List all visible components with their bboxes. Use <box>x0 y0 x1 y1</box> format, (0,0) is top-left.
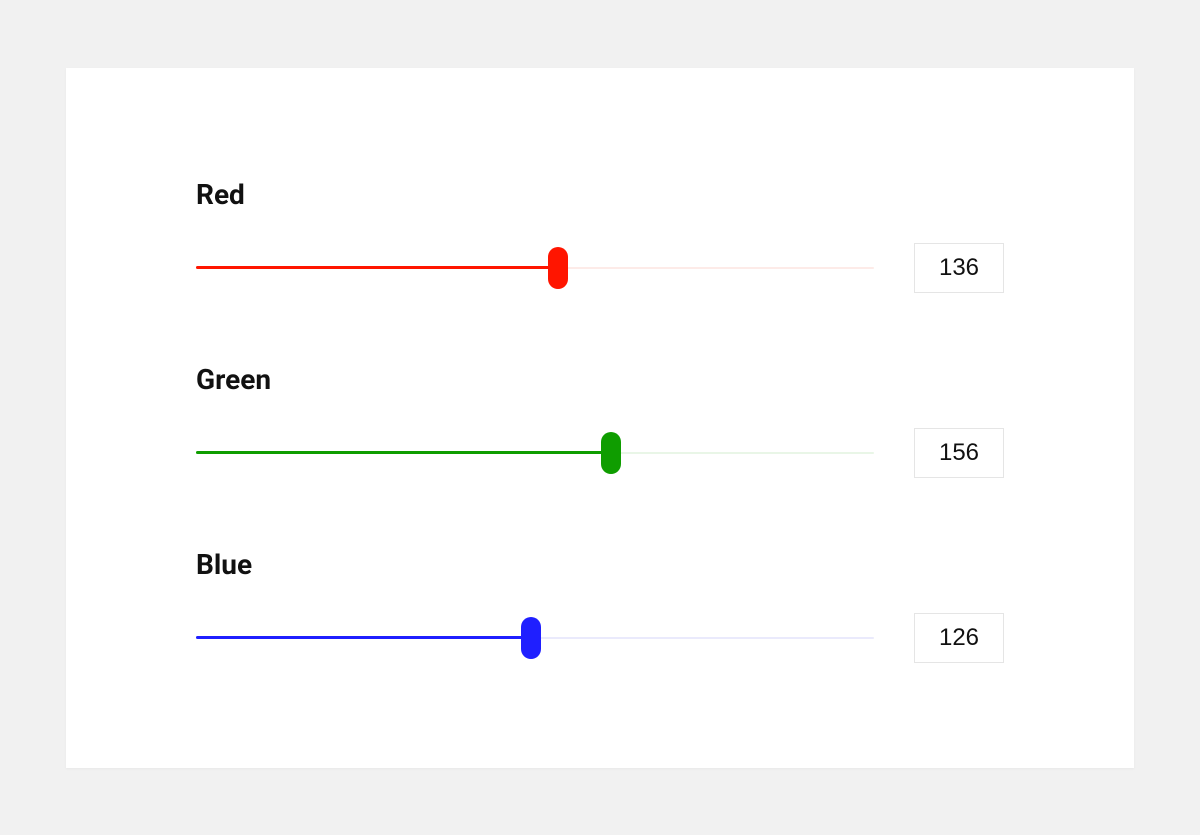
red-slider[interactable] <box>196 247 874 289</box>
green-track-fill <box>196 451 611 454</box>
green-value-input[interactable] <box>914 428 1004 478</box>
slider-group-red: Red <box>196 178 1004 293</box>
blue-slider-thumb[interactable] <box>521 617 541 659</box>
slider-row-green <box>196 428 1004 478</box>
slider-label-blue: Blue <box>196 548 1004 581</box>
green-slider-thumb[interactable] <box>601 432 621 474</box>
red-value-input[interactable] <box>914 243 1004 293</box>
blue-value-input[interactable] <box>914 613 1004 663</box>
green-slider[interactable] <box>196 432 874 474</box>
red-slider-thumb[interactable] <box>548 247 568 289</box>
blue-slider[interactable] <box>196 617 874 659</box>
slider-row-red <box>196 243 1004 293</box>
slider-group-blue: Blue <box>196 548 1004 663</box>
slider-group-green: Green <box>196 363 1004 478</box>
slider-label-green: Green <box>196 363 1004 396</box>
slider-label-red: Red <box>196 178 1004 211</box>
color-sliders-panel: Red Green Blue <box>66 68 1134 768</box>
blue-track-fill <box>196 636 531 639</box>
slider-row-blue <box>196 613 1004 663</box>
red-track-fill <box>196 266 558 269</box>
